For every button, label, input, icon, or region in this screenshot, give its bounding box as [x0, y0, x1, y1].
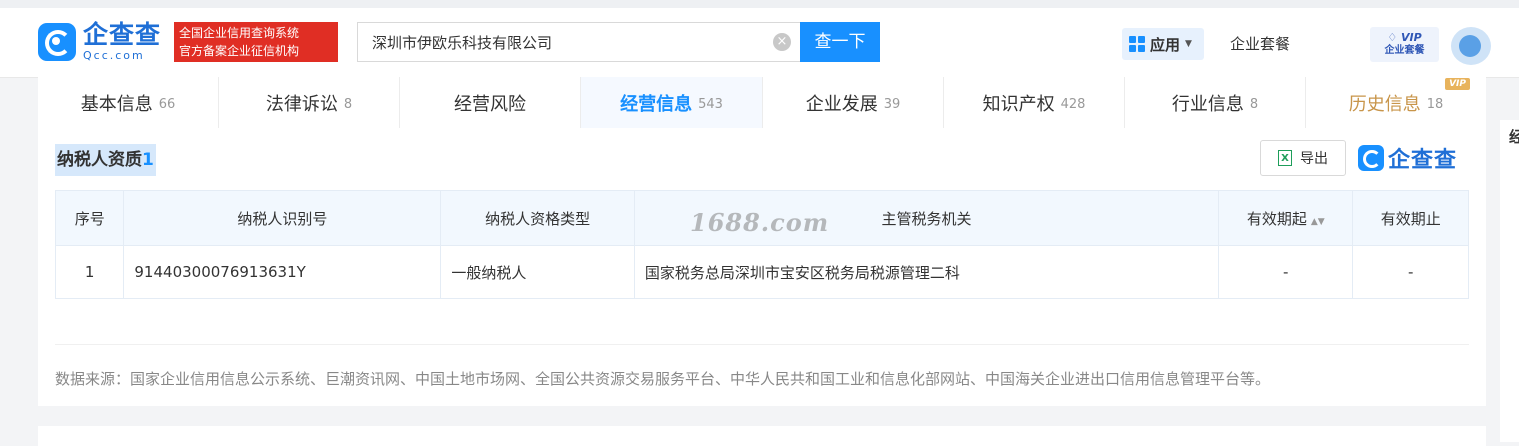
tab-label: 历史信息: [1348, 93, 1421, 115]
vip-package-label: 企业套餐: [1384, 45, 1425, 56]
logo-cn-text: 企查查: [83, 20, 162, 49]
caret-down-icon: ▼: [1185, 39, 1192, 49]
tab-business-risk[interactable]: 经营风险: [400, 77, 581, 128]
vip-label: ♢ VIP: [1387, 31, 1422, 44]
tab-count: 66: [158, 96, 176, 112]
col-header: 序号: [54, 190, 125, 246]
clear-icon[interactable]: ×: [773, 33, 791, 51]
top-bar: 企查查 Qcc.com 全国企业信用查询系统 官方备案企业征信机构 深圳市伊欧乐…: [0, 0, 1519, 78]
sort-icon[interactable]: ▲▼: [1311, 217, 1325, 227]
taxpayer-card: 纳税人资质1 X 导出 企查查 序号 纳税人识别号 纳税人资格类型 主管税务机关…: [38, 128, 1486, 406]
search-button[interactable]: 查一下: [800, 22, 880, 62]
excel-icon: X: [1278, 150, 1292, 166]
watermark: 1688.com: [690, 208, 830, 237]
tab-label: 法律诉讼: [265, 93, 338, 115]
search-input-value: 深圳市伊欧乐科技有限公司: [372, 33, 553, 52]
search-input[interactable]: 深圳市伊欧乐科技有限公司: [357, 22, 800, 62]
tab-label: 企业发展: [805, 93, 878, 115]
tab-count: 428: [1060, 96, 1086, 112]
qcc-logo-icon: [38, 22, 76, 61]
cell-valid-to: -: [1352, 245, 1469, 299]
data-source-note: 数据来源：国家企业信用信息公示系统、巨潮资讯网、中国土地市场网、全国公共资源交易…: [55, 370, 1271, 388]
section-title: 纳税人资质1: [55, 144, 156, 176]
tab-label: 行业信息: [1171, 93, 1244, 115]
enterprise-package-link[interactable]: 企业套餐: [1230, 33, 1290, 54]
tab-count: 8: [1249, 96, 1259, 112]
tab-industry[interactable]: 行业信息 8: [1125, 77, 1306, 128]
col-header-sortable[interactable]: 有效期起 ▲▼: [1218, 190, 1354, 246]
col-header: 纳税人识别号: [123, 190, 442, 246]
vip-package-button[interactable]: ♢ VIP 企业套餐: [1370, 27, 1439, 62]
tab-development[interactable]: 企业发展 39: [763, 77, 944, 128]
qcc-brand-text: 企查查: [1388, 148, 1458, 173]
tab-label: 知识产权: [982, 93, 1055, 115]
cell-tax-id: 91440300076913631Y: [123, 245, 442, 299]
cell-qualification: 一般纳税人: [440, 245, 635, 299]
next-card: [38, 426, 1486, 446]
tab-label: 基本信息: [80, 93, 153, 115]
qcc-logo[interactable]: 企查查 Qcc.com: [38, 22, 161, 61]
apps-grid-icon: [1129, 36, 1145, 52]
tab-history[interactable]: 历史信息 18 VIP: [1306, 77, 1486, 128]
export-label: 导出: [1300, 151, 1328, 167]
tab-count: 543: [698, 96, 723, 112]
col-header: 纳税人资格类型: [440, 190, 635, 246]
taxpayer-table: 序号 纳税人识别号 纳税人资格类型 主管税务机关 有效期起 ▲▼ 有效期止 1 9…: [54, 190, 1469, 299]
section-count: 1: [142, 150, 154, 170]
qcc-brand-icon: [1358, 145, 1384, 171]
tab-label: 经营风险: [454, 93, 526, 115]
user-avatar[interactable]: [1449, 25, 1493, 67]
tab-legal[interactable]: 法律诉讼 8: [219, 77, 400, 128]
badge-line-2: 官方备案企业征信机构: [179, 44, 300, 58]
apps-label: 应用: [1150, 35, 1181, 54]
tab-count: 8: [343, 96, 353, 112]
tab-basic-info[interactable]: 基本信息 66: [38, 77, 219, 128]
tab-count: 39: [883, 96, 901, 112]
cell-index: 1: [54, 245, 125, 299]
right-side-panel: 经: [1500, 120, 1519, 442]
section-title-text: 纳税人资质: [57, 150, 142, 170]
logo-en-text: Qcc.com: [83, 49, 145, 62]
divider: [55, 344, 1469, 345]
vip-tag: VIP: [1445, 78, 1470, 90]
export-button[interactable]: X 导出: [1260, 140, 1346, 176]
qcc-brand-logo: 企查查: [1358, 142, 1457, 174]
tab-business-info[interactable]: 经营信息 543: [581, 77, 763, 128]
col-header: 有效期止: [1352, 190, 1469, 246]
cell-tax-authority: 国家税务总局深圳市宝安区税务局税源管理二科: [633, 245, 1220, 299]
official-badge: 全国企业信用查询系统 官方备案企业征信机构: [174, 22, 338, 62]
tab-count: 18: [1426, 96, 1444, 112]
table-row: 1 91440300076913631Y 一般纳税人 国家税务总局深圳市宝安区税…: [54, 245, 1469, 299]
browser-strip: [0, 0, 1519, 8]
badge-line-1: 全国企业信用查询系统: [179, 26, 300, 40]
tab-label: 经营信息: [620, 93, 693, 115]
col-header-label: 有效期起: [1246, 209, 1307, 228]
tab-ip[interactable]: 知识产权 428: [944, 77, 1125, 128]
right-panel-char: 经: [1509, 128, 1519, 146]
tab-bar: 基本信息 66 法律诉讼 8 经营风险 经营信息 543 企业发展 39 知识产权 428…: [38, 77, 1486, 129]
cell-valid-from: -: [1218, 245, 1354, 299]
apps-dropdown[interactable]: 应用 ▼: [1122, 28, 1204, 60]
